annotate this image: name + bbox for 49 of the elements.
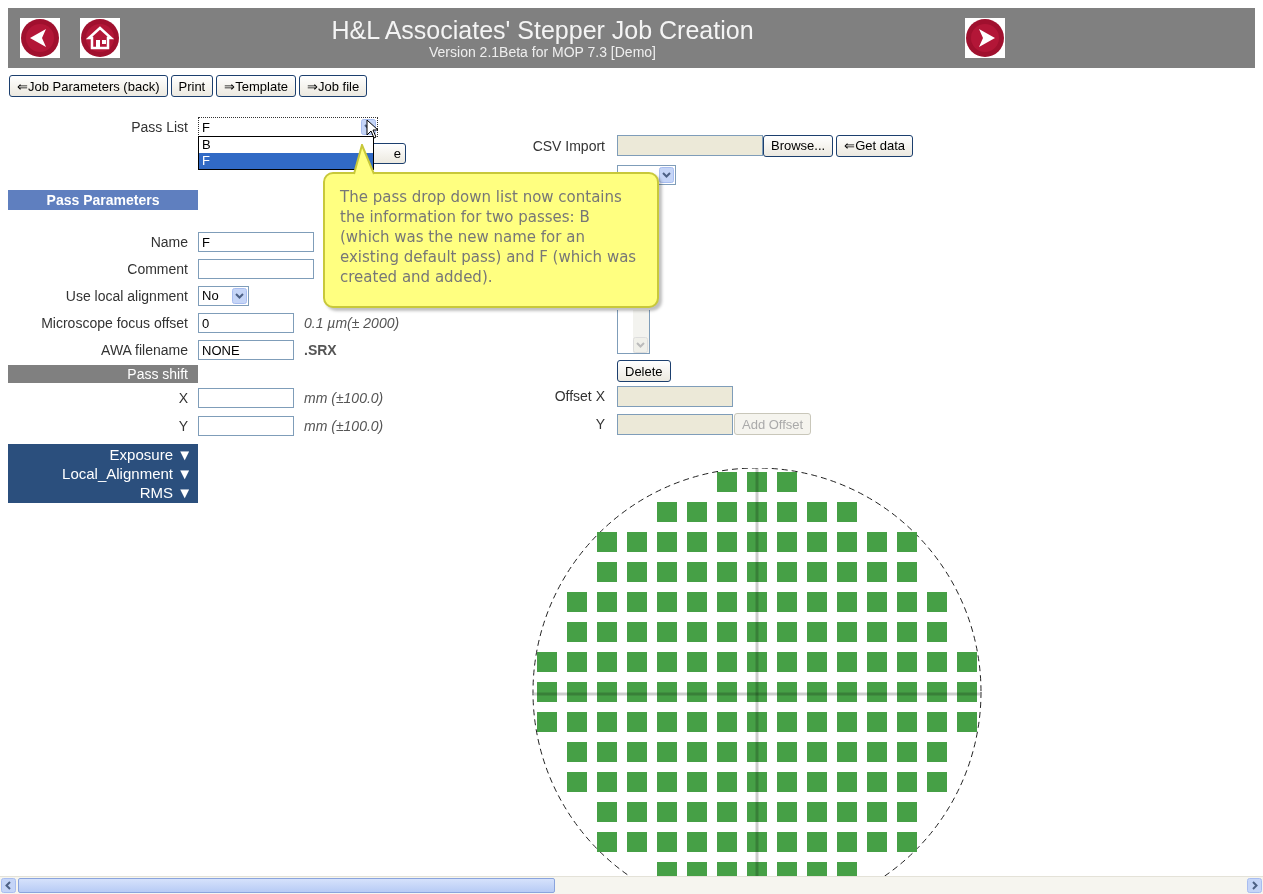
unit-text: mm (±100.0) — [304, 389, 384, 406]
section-toggle[interactable]: RMS ▼ — [139, 483, 192, 502]
toolbar-button[interactable]: Print — [170, 75, 214, 97]
file-path-field[interactable] — [617, 135, 763, 156]
field-label: Microscope focus offset — [40, 314, 189, 331]
alignment-select[interactable]: No — [198, 285, 249, 306]
text-field[interactable] — [198, 415, 294, 436]
field-label: Y — [177, 417, 189, 434]
toolbar-button[interactable]: ⇒Template — [216, 75, 296, 97]
csv-button[interactable]: ⇐Get data — [836, 134, 914, 157]
field-label: Use local alignment — [64, 287, 189, 304]
unit-text: 0.1 µm(± 2000) — [304, 314, 400, 331]
section-toggle[interactable]: Local_Alignment ▼ — [62, 464, 192, 483]
text-field[interactable]: NONE — [198, 339, 294, 360]
field-label: AWA filename — [100, 341, 189, 358]
dropdown-option[interactable]: F — [199, 153, 373, 169]
scroll-thumb[interactable] — [18, 878, 555, 893]
text-field[interactable]: 0 — [198, 312, 294, 333]
text-field[interactable] — [198, 258, 314, 279]
scroll-left-icon[interactable] — [1, 878, 16, 893]
tooltip: The pass drop down list now contains the information for two passes: B (which was the new name for an existing default pass) and F (which was created and added). — [323, 172, 659, 308]
list-box[interactable] — [617, 310, 650, 354]
section-header: Pass Parameters — [8, 190, 198, 210]
text-field[interactable]: F — [198, 231, 314, 252]
file-extension: .SRX — [304, 341, 337, 358]
tooltip-pointer — [352, 144, 376, 175]
field-label: Name — [149, 233, 189, 250]
section-header: Pass shift — [8, 365, 198, 383]
delete-button[interactable]: Delete — [617, 360, 671, 382]
forward-arrow-icon[interactable] — [965, 18, 1005, 58]
back-arrow-icon[interactable] — [20, 18, 60, 58]
field-label: X — [177, 389, 189, 406]
text-field[interactable] — [198, 387, 294, 408]
page-title: H&L Associates' Stepper Job Creation — [331, 16, 754, 44]
unit-text: mm (±100.0) — [304, 417, 384, 434]
section-toggle[interactable]: Exposure ▼ — [109, 445, 192, 464]
toolbar-button[interactable]: ⇐Job Parameters (back) — [9, 75, 168, 97]
field-label: CSV Import — [531, 137, 606, 154]
horizontal-scrollbar[interactable] — [0, 876, 1263, 894]
version-text: Version 2.1Beta for MOP 7.3 [Demo] — [429, 44, 656, 60]
field-label: Y — [594, 416, 606, 432]
field-label: Pass List — [130, 119, 189, 135]
home-icon[interactable] — [80, 18, 120, 58]
scroll-right-icon[interactable] — [1247, 878, 1262, 893]
field-label: Comment — [126, 260, 189, 277]
toolbar-button[interactable]: ⇒Job file — [299, 75, 368, 97]
field-label: Offset X — [553, 388, 606, 404]
dropdown-option[interactable]: B — [199, 137, 373, 153]
csv-button[interactable]: Browse... — [763, 134, 834, 157]
